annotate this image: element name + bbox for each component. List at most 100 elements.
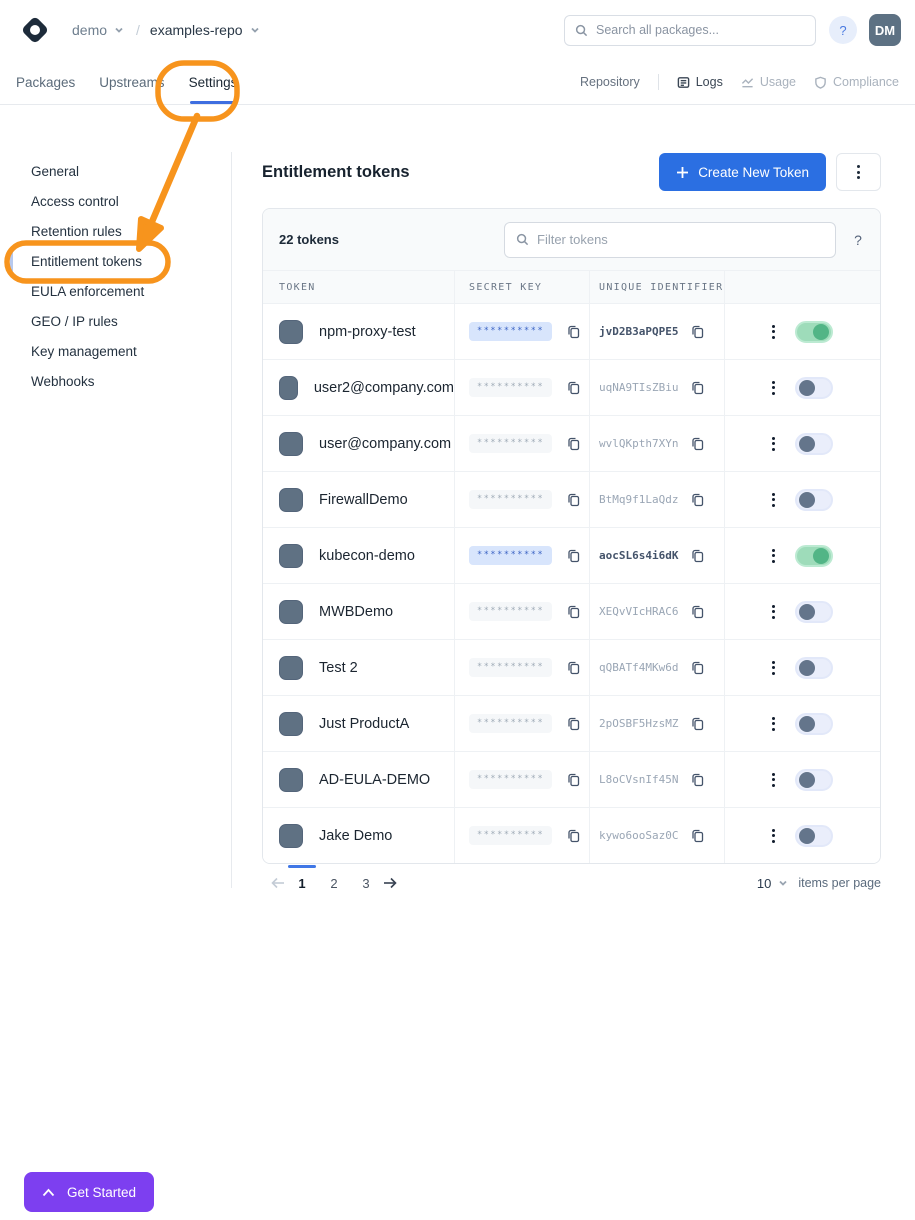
help-button[interactable]: ?	[829, 16, 857, 44]
copy-identifier-button[interactable]	[686, 489, 708, 511]
copy-identifier-button[interactable]	[686, 825, 708, 847]
copy-secret-button[interactable]	[562, 545, 584, 567]
usage-link[interactable]: Usage	[741, 75, 796, 89]
plus-icon	[676, 166, 689, 179]
compliance-link[interactable]: Compliance	[814, 75, 899, 89]
row-actions-menu-button[interactable]	[772, 493, 775, 507]
token-enabled-toggle[interactable]	[795, 321, 833, 343]
copy-icon	[690, 716, 705, 731]
row-actions-menu-button[interactable]	[772, 829, 775, 843]
logs-link[interactable]: Logs	[677, 75, 723, 89]
top-header: demo / examples-repo ? DM	[0, 0, 915, 60]
get-started-button[interactable]: Get Started	[24, 1172, 154, 1212]
token-avatar	[279, 320, 303, 344]
copy-secret-button[interactable]	[562, 321, 584, 343]
tab-upstreams[interactable]: Upstreams	[99, 60, 164, 104]
sidebar-item-entitlement-tokens[interactable]: Entitlement tokens	[0, 246, 231, 276]
table-help-button[interactable]: ?	[836, 232, 880, 248]
row-actions-menu-button[interactable]	[772, 605, 775, 619]
token-enabled-toggle[interactable]	[795, 825, 833, 847]
row-actions-menu-button[interactable]	[772, 549, 775, 563]
repo-name: examples-repo	[150, 22, 243, 38]
token-enabled-toggle[interactable]	[795, 601, 833, 623]
copy-identifier-button[interactable]	[686, 321, 708, 343]
row-actions-menu-button[interactable]	[772, 325, 775, 339]
prev-page-button[interactable]	[270, 876, 286, 890]
secret-key-masked: **********	[469, 434, 552, 453]
row-actions-menu-button[interactable]	[772, 437, 775, 451]
kebab-icon	[772, 717, 775, 731]
page-number-1[interactable]: 1	[290, 876, 314, 891]
page-number-3[interactable]: 3	[354, 876, 378, 891]
next-page-button[interactable]	[382, 876, 398, 890]
copy-icon	[566, 548, 581, 563]
token-enabled-toggle[interactable]	[795, 377, 833, 399]
items-per-page-control: 10 items per page	[757, 876, 881, 891]
token-enabled-toggle[interactable]	[795, 489, 833, 511]
copy-secret-button[interactable]	[562, 489, 584, 511]
token-enabled-toggle[interactable]	[795, 545, 833, 567]
cloudsmith-logo-icon[interactable]	[20, 15, 50, 45]
create-token-button[interactable]: Create New Token	[659, 153, 826, 191]
copy-icon	[566, 716, 581, 731]
secret-key-masked: **********	[469, 658, 552, 677]
sidebar-item-geo-ip-rules[interactable]: GEO / IP rules	[0, 306, 231, 336]
copy-identifier-button[interactable]	[686, 657, 708, 679]
search-input[interactable]	[596, 23, 805, 37]
tab-packages[interactable]: Packages	[16, 60, 75, 104]
copy-secret-button[interactable]	[562, 433, 584, 455]
copy-secret-button[interactable]	[562, 377, 584, 399]
sidebar-divider	[231, 152, 232, 888]
sidebar-item-general[interactable]: General	[0, 156, 231, 186]
page-actions-menu-button[interactable]	[836, 153, 881, 191]
copy-secret-button[interactable]	[562, 769, 584, 791]
row-actions-menu-button[interactable]	[772, 773, 775, 787]
page-number-2[interactable]: 2	[322, 876, 346, 891]
tab-settings[interactable]: Settings	[189, 60, 238, 104]
token-enabled-toggle[interactable]	[795, 713, 833, 735]
sidebar-item-eula-enforcement[interactable]: EULA enforcement	[0, 276, 231, 306]
token-enabled-toggle[interactable]	[795, 769, 833, 791]
org-switcher[interactable]: demo	[72, 22, 124, 38]
sidebar-item-webhooks[interactable]: Webhooks	[0, 366, 231, 396]
filter-bar: 22 tokens ?	[263, 209, 880, 270]
secret-key-masked: **********	[469, 714, 552, 733]
sidebar-item-key-management[interactable]: Key management	[0, 336, 231, 366]
token-enabled-toggle[interactable]	[795, 657, 833, 679]
sidebar-item-retention-rules[interactable]: Retention rules	[0, 216, 231, 246]
create-token-label: Create New Token	[698, 165, 809, 180]
copy-icon	[566, 324, 581, 339]
copy-identifier-button[interactable]	[686, 769, 708, 791]
copy-icon	[566, 828, 581, 843]
token-avatar	[279, 600, 303, 624]
title-row: Entitlement tokens Create New Token	[262, 153, 881, 191]
token-avatar	[279, 656, 303, 680]
sidebar-item-access-control[interactable]: Access control	[0, 186, 231, 216]
row-actions-menu-button[interactable]	[772, 661, 775, 675]
table-row: Test 2 ********** qQBATf4MKw6d	[263, 639, 880, 695]
copy-identifier-button[interactable]	[686, 433, 708, 455]
global-search[interactable]	[564, 15, 816, 46]
copy-identifier-button[interactable]	[686, 545, 708, 567]
repo-switcher[interactable]: examples-repo	[150, 22, 260, 38]
copy-identifier-button[interactable]	[686, 713, 708, 735]
row-actions-menu-button[interactable]	[772, 381, 775, 395]
filter-tokens-input[interactable]	[537, 232, 824, 247]
filter-tokens-field[interactable]	[504, 222, 836, 258]
user-avatar[interactable]: DM	[869, 14, 901, 46]
table-row: kubecon-demo ********** aocSL6s4i6dK	[263, 527, 880, 583]
token-name: kubecon-demo	[319, 548, 415, 564]
search-icon	[575, 24, 588, 37]
copy-identifier-button[interactable]	[686, 377, 708, 399]
chevron-down-icon[interactable]	[778, 878, 788, 888]
unique-identifier: aocSL6s4i6dK	[599, 549, 678, 562]
row-actions-menu-button[interactable]	[772, 717, 775, 731]
token-name: MWBDemo	[319, 604, 393, 620]
copy-identifier-button[interactable]	[686, 601, 708, 623]
copy-secret-button[interactable]	[562, 713, 584, 735]
per-page-value[interactable]: 10	[757, 876, 771, 891]
copy-secret-button[interactable]	[562, 657, 584, 679]
copy-secret-button[interactable]	[562, 825, 584, 847]
copy-secret-button[interactable]	[562, 601, 584, 623]
token-enabled-toggle[interactable]	[795, 433, 833, 455]
